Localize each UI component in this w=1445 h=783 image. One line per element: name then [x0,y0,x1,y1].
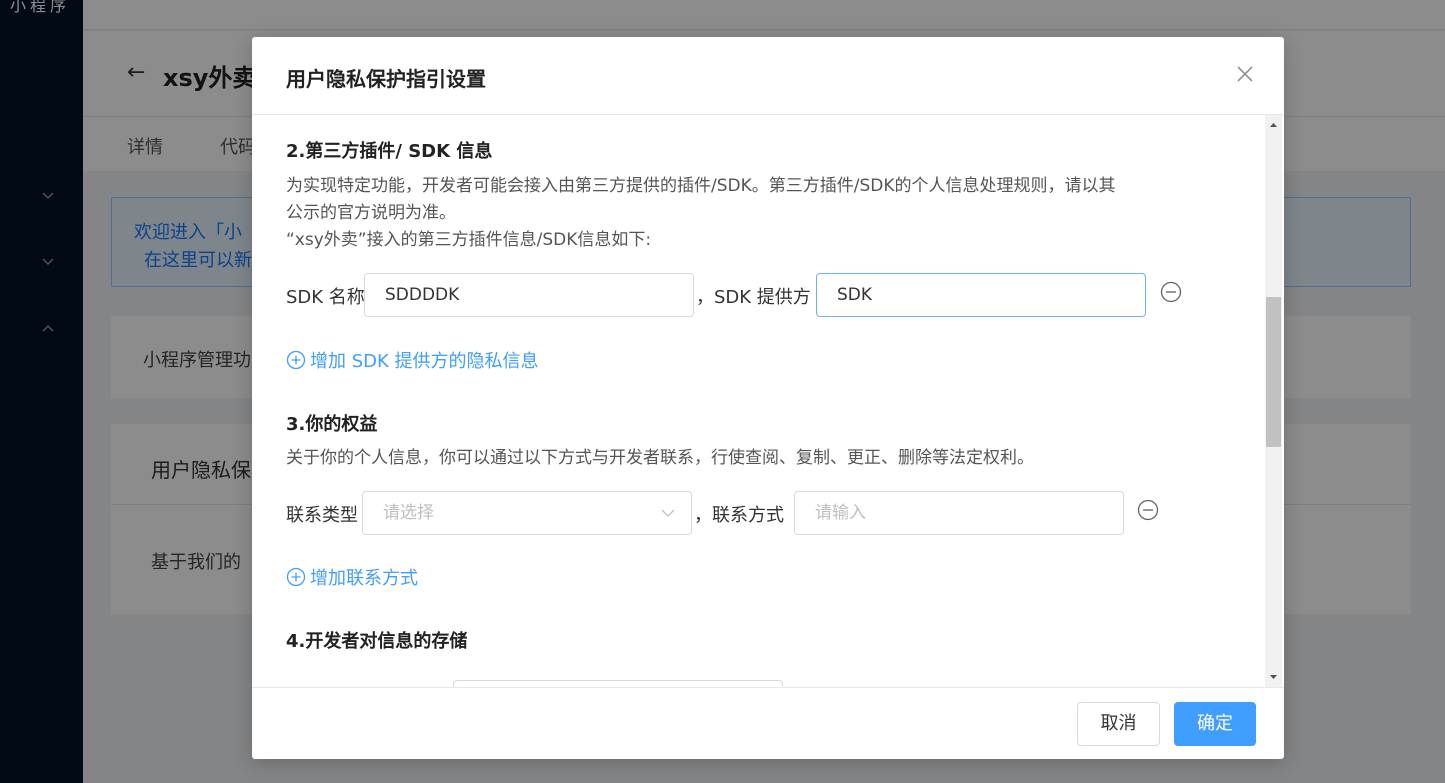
section-desc: 公示的官方说明为准。 [286,203,456,223]
modal-body: 2.第三方插件/ SDK 信息 为实现特定功能，开发者可能会接入由第三方提供的插… [252,115,1284,687]
add-contact-link-label: 增加联系方式 [310,568,418,589]
modal-footer: 取消 确定 [252,687,1284,759]
section-title: 4.开发者对信息的存储 [286,631,468,652]
add-sdk-link[interactable]: 增加 SDK 提供方的隐私信息 [286,347,539,373]
section-desc: 关于你的个人信息，你可以通过以下方式与开发者联系，行使查阅、复制、更正、删除等法… [286,448,1034,468]
add-circle-icon [286,350,306,370]
chevron-down-icon [661,509,675,517]
storage-input[interactable] [453,680,783,687]
contact-type-label: 联系类型 [286,505,358,526]
sdk-name-label: SDK 名称 [286,287,365,308]
section-title: 3.你的权益 [286,414,378,435]
scroll-down-icon [1270,675,1277,679]
add-sdk-link-label: 增加 SDK 提供方的隐私信息 [310,351,539,372]
close-icon[interactable] [1236,65,1254,83]
section-title: 2.第三方插件/ SDK 信息 [286,141,493,162]
cancel-button[interactable]: 取消 [1077,702,1160,746]
contact-method-input[interactable]: 请输入 [794,491,1124,535]
sdk-provider-label: SDK 提供方 [714,287,811,308]
contact-type-placeholder: 请选择 [383,503,434,523]
scroll-thumb[interactable] [1266,297,1281,447]
separator: ， [696,287,714,308]
remove-circle-icon[interactable] [1160,281,1182,303]
add-circle-icon [286,567,306,587]
section-desc: 为实现特定功能，开发者可能会接入由第三方提供的插件/SDK。第三方插件/SDK的… [286,176,1116,196]
separator: ， [694,505,712,526]
sdk-provider-input[interactable]: SDK [816,273,1146,317]
section-desc: “xsy外卖”接入的第三方插件信息/SDK信息如下: [286,230,652,250]
scroll-up-icon [1270,123,1277,127]
scrollbar[interactable] [1265,115,1282,687]
modal-header: 用户隐私保护指引设置 [252,37,1284,115]
contact-method-placeholder: 请输入 [815,503,866,523]
modal-title: 用户隐私保护指引设置 [286,67,486,91]
contact-type-select[interactable]: 请选择 [362,491,692,535]
sdk-name-input[interactable]: SDDDDK [364,273,694,317]
add-contact-link[interactable]: 增加联系方式 [286,564,418,590]
contact-method-label: 联系方式 [712,505,784,526]
privacy-settings-modal: 用户隐私保护指引设置 2.第三方插件/ SDK 信息 为实现特定功能，开发者可能… [252,37,1284,759]
remove-circle-icon[interactable] [1137,499,1159,521]
confirm-button[interactable]: 确定 [1174,702,1256,746]
